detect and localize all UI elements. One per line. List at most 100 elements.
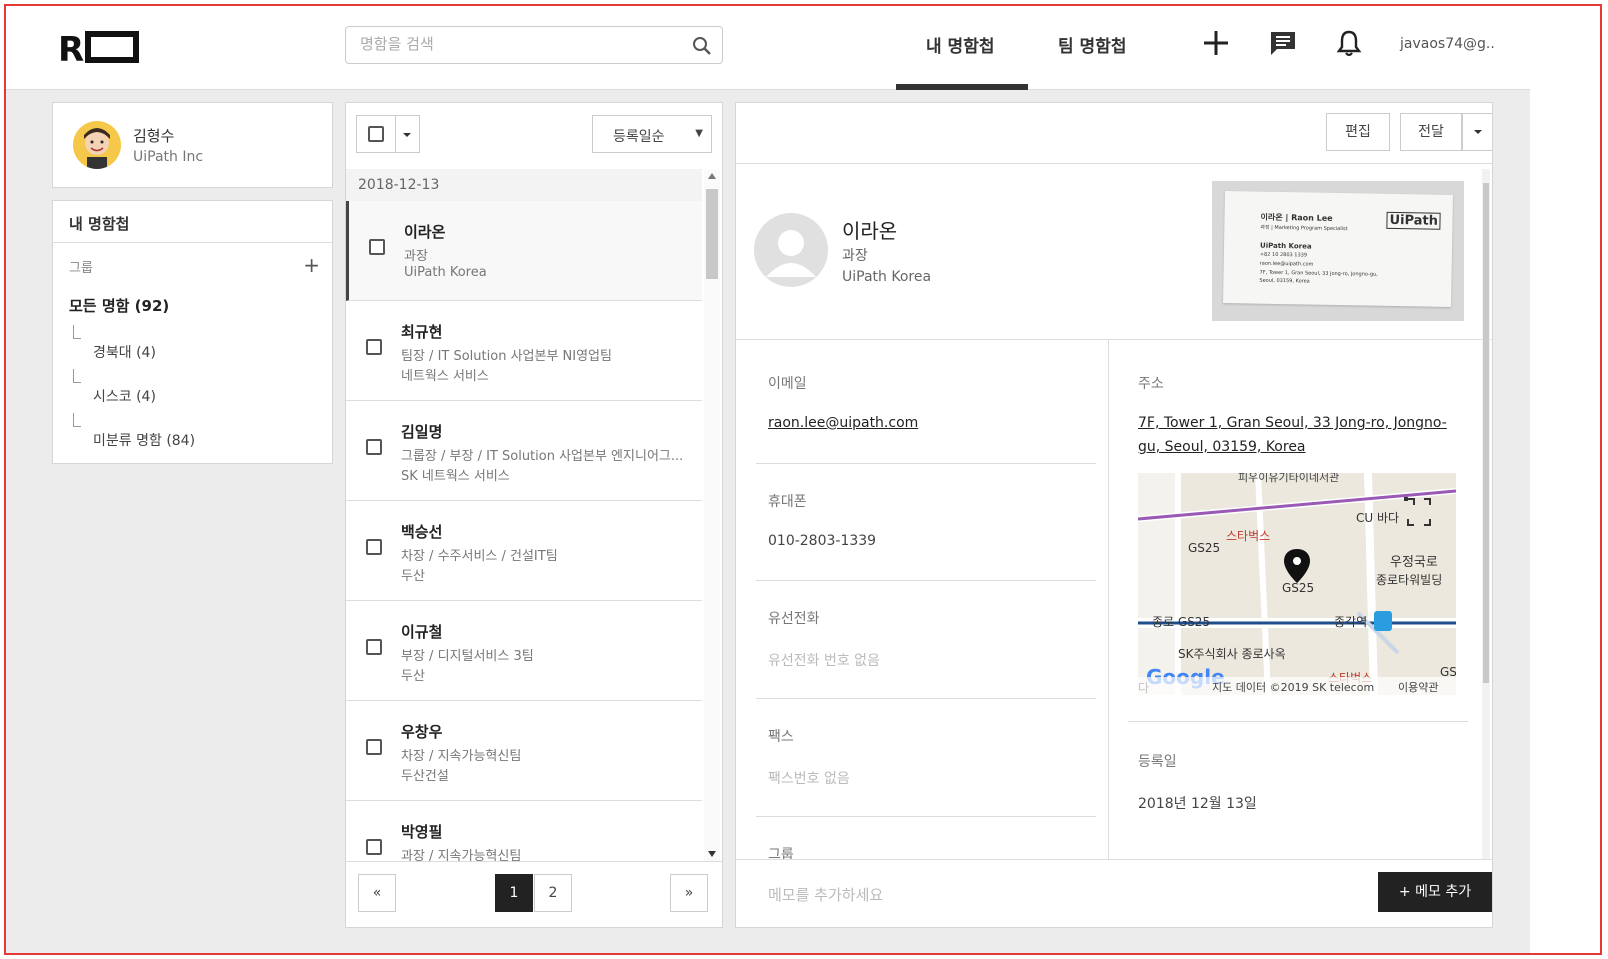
item-checkbox[interactable] [366,639,382,655]
profile-card[interactable]: 김형수 UiPath Inc [52,102,333,188]
address-line-1[interactable]: 7F, Tower 1, Gran Seoul, 33 Jong-ro, Jon… [1138,415,1447,431]
column-divider [1108,339,1109,861]
mobile-value[interactable]: 010-2803-1339 [768,533,876,549]
item-checkbox[interactable] [366,539,382,555]
edit-button[interactable]: 편집 [1326,113,1390,151]
list-item[interactable]: 이라온 과장 UiPath Korea [346,201,702,301]
user-email[interactable]: javaos74@g.. [1400,36,1495,52]
phone-label: 유선전화 [768,611,820,627]
search-input[interactable] [360,35,680,53]
add-icon[interactable] [1201,28,1231,58]
divider [736,339,1492,340]
profile-name: 김형수 [133,127,175,145]
group-all-count: (92) [134,297,170,315]
list-item[interactable]: 이규철 부장 / 디지털서비스 3팀 두산 [346,601,702,701]
scroll-down-icon[interactable] [708,851,716,857]
bizcard-email: raon.lee@uipath.com [1259,260,1314,268]
scrollbar-thumb[interactable] [1483,183,1489,683]
next-page-button[interactable]: » [670,874,708,912]
bizcard-company: UiPath Korea [1259,241,1312,251]
bizcard-address1: 7F, Tower 1, Gran Seoul, 33 Jong-ro, Jon… [1259,269,1378,278]
group-item-label: 경북대 [93,345,132,361]
item-checkbox[interactable] [369,239,385,255]
list-toolbar: 등록일순 ▼ [346,103,722,169]
email-link[interactable]: raon.lee@uipath.com [768,415,918,431]
list-scrollbar[interactable] [704,169,720,861]
list-item[interactable]: 박영필 과장 / 지속가능혁신팀 [346,801,702,861]
group-all-cards[interactable]: 모든 명함 (92) [53,287,332,331]
item-name: 백승선 [401,523,443,541]
item-name: 이라온 [404,223,446,241]
business-card-image[interactable]: 이라온 | Raon Lee 과장 | Marketing Program Sp… [1212,181,1464,321]
group-item-label: 미분류 명함 [93,433,162,449]
item-checkbox[interactable] [366,439,382,455]
tree-corner-icon [73,369,81,383]
list-item[interactable]: 우창우 차장 / 지속가능혁신팀 두산건설 [346,701,702,801]
address-map[interactable]: 피우이유기타이네서관 스타벅스 GS25 GS25 종로 GS25 CU 바다 … [1138,473,1456,695]
memo-input[interactable]: 메모를 추가하세요 [768,884,883,905]
tree-corner-icon [73,413,81,427]
map-attribution-bar: 지도 데이터 ©2019 SK telecom 이용약관 [1138,677,1456,695]
item-title: 부장 / 디지털서비스 3팀 [401,649,534,664]
add-group-icon[interactable]: + [303,253,320,277]
detail-scrollbar[interactable] [1482,169,1490,859]
group-header: 그룹 + [53,243,332,287]
address-line-2[interactable]: gu, Seoul, 03159, Korea [1138,439,1306,455]
group-item-cisco[interactable]: 시스코 (4) [53,369,332,419]
map-label: 종로타워빌딩 [1376,573,1443,587]
bell-icon[interactable] [1334,28,1364,58]
item-checkbox[interactable] [366,339,382,355]
avatar [73,121,121,169]
map-copyright: 지도 데이터 ©2019 SK telecom [1212,681,1375,694]
divider [756,580,1096,581]
map-label: 우정국로 [1390,555,1438,570]
add-memo-button[interactable]: + 메모 추가 [1378,872,1492,912]
chat-icon[interactable] [1268,28,1298,58]
mobile-label: 휴대폰 [768,494,807,510]
rememberapp-logo[interactable]: R [58,30,140,64]
tab-my-cards[interactable]: 내 명함첩 [926,32,994,57]
search-box [345,26,723,64]
forward-button[interactable]: 전달 [1400,113,1462,151]
uipath-logo: UiPath [1386,211,1442,230]
bizcard-title: 과장 | Marketing Program Specialist [1260,224,1348,233]
map-terms-link[interactable]: 이용약관 [1398,679,1438,695]
group-item-kyungpook[interactable]: 경북대 (4) [53,325,332,375]
map-label: GS25 [1282,581,1315,595]
prev-page-button[interactable]: « [358,874,396,912]
chevron-down-icon [1474,130,1482,134]
chevron-down-icon[interactable] [401,131,413,139]
list-item[interactable]: 최규현 팀장 / IT Solution 사업본부 NI영업팀 네트웍스 서비스 [346,301,702,401]
caret-down-icon: ▼ [695,128,703,139]
scrollbar-thumb[interactable] [706,189,718,279]
item-title: 팀장 / IT Solution 사업본부 NI영업팀 [401,349,612,364]
group-all-label: 모든 명함 [69,297,130,315]
search-icon[interactable] [692,36,712,56]
item-checkbox[interactable] [366,739,382,755]
map-label: CU 바다 [1356,511,1400,525]
list-item[interactable]: 김일명 그룹장 / 부장 / IT Solution 사업본부 엔지니어그...… [346,401,702,501]
scroll-up-icon[interactable] [708,173,716,179]
item-name: 우창우 [401,723,443,741]
tab-team-cards[interactable]: 팀 명함첩 [1058,32,1126,57]
list-item[interactable]: 백승선 차장 / 수주서비스 / 건설IT팀 두산 [346,501,702,601]
detail-panel: 편집 전달 이라온 과장 UiPath Korea 이라온 | Raon Lee… [735,102,1493,928]
item-name: 최규현 [401,323,443,341]
select-all-checkbox[interactable] [368,126,384,142]
page-button-1[interactable]: 1 [495,874,533,912]
divider [1128,721,1468,722]
group-item-unclassified[interactable]: 미분류 명함 (84) [53,413,332,463]
groups-panel: 내 명함첩 그룹 + 모든 명함 (92) 경북대 (4) 시스코 (4) 미분… [52,200,333,464]
profile-company: UiPath Inc [133,149,204,165]
address-label: 주소 [1138,376,1164,392]
page-button-2[interactable]: 2 [534,874,572,912]
forward-dropdown-button[interactable] [1462,113,1492,151]
map-label: 종각역 [1334,615,1368,629]
item-company: UiPath Korea [404,265,487,280]
item-company: 두산건설 [401,769,449,784]
map-label: 스타벅스 [1226,529,1271,543]
item-checkbox[interactable] [366,839,382,855]
sort-select[interactable]: 등록일순 ▼ [592,115,712,153]
contact-company: UiPath Korea [842,269,932,285]
group-label: 그룹 [69,261,93,276]
